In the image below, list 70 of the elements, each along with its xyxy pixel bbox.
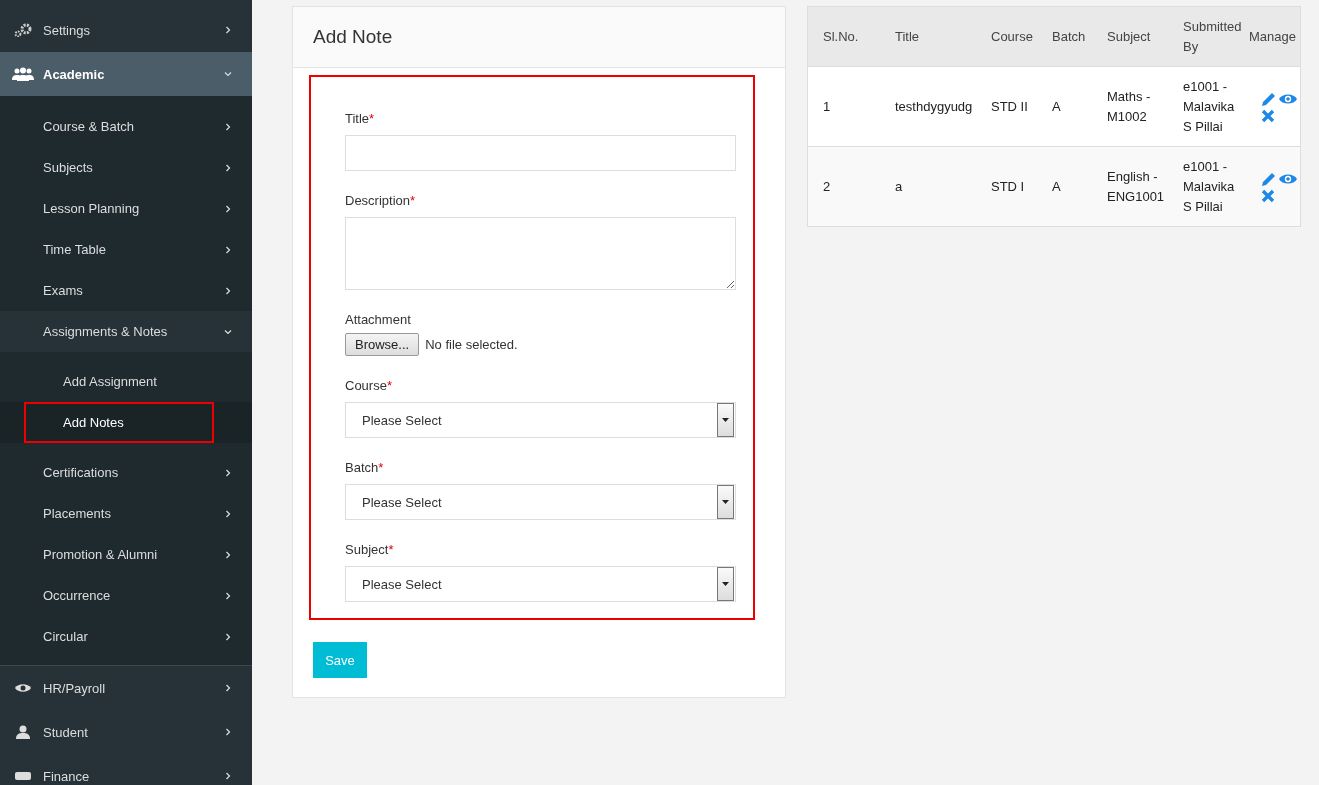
sidebar-item[interactable]: Assignments & Notes — [0, 311, 252, 352]
chevron-right-icon — [224, 591, 232, 600]
column-header: Manage — [1245, 7, 1300, 67]
delete-icon[interactable] — [1261, 108, 1275, 123]
browse-button[interactable]: Browse... — [345, 333, 420, 356]
eye-icon[interactable] — [1279, 92, 1297, 105]
column-header: Submitted By — [1167, 7, 1245, 67]
sidebar-item[interactable]: Time Table — [0, 229, 252, 270]
column-header: Title — [879, 7, 975, 67]
field-label: Description* — [345, 193, 417, 208]
sidebar-item[interactable]: Circular — [0, 616, 252, 657]
file-status: No file selected. — [425, 337, 518, 352]
sidebar-item[interactable]: Certifications — [0, 452, 252, 493]
pencil-icon[interactable] — [1261, 90, 1277, 107]
field-label: Title* — [345, 111, 376, 126]
chevron-right-icon — [224, 163, 232, 172]
users-icon — [12, 67, 34, 81]
chevron-right-icon — [224, 286, 232, 295]
sidebar-item[interactable]: Placements — [0, 493, 252, 534]
sidebar-item[interactable]: Lesson Planning — [0, 188, 252, 229]
dropdown-arrow-icon — [722, 500, 729, 504]
table-cell: STD I — [975, 146, 1036, 226]
select-field[interactable]: Please Select — [345, 566, 736, 602]
table-cell: 2 — [808, 146, 879, 226]
dropdown-arrow-icon — [722, 418, 729, 422]
chevron-right-icon — [224, 550, 232, 559]
chevron-right-icon — [224, 772, 232, 780]
card-title: Add Note — [313, 26, 393, 48]
chevron-right-icon — [224, 728, 232, 736]
sidebar-item[interactable]: Settings — [0, 8, 252, 52]
gears-icon — [12, 23, 34, 37]
chevron-right-icon — [224, 245, 232, 254]
sidebar-item[interactable]: Occurrence — [0, 575, 252, 616]
table-cell: a — [879, 146, 975, 226]
column-header: Course — [975, 7, 1036, 67]
pencil-icon[interactable] — [1261, 170, 1277, 187]
field-label: Attachment — [345, 312, 412, 327]
chevron-right-icon — [224, 632, 232, 641]
chevron-right-icon — [224, 509, 232, 518]
sidebar-item[interactable]: Subjects — [0, 147, 252, 188]
field-label: Subject* — [345, 542, 395, 557]
sidebar-item[interactable]: Finance — [0, 754, 252, 785]
sidebar-item[interactable]: Academic — [0, 52, 252, 96]
chevron-right-icon — [224, 122, 232, 131]
sidebar-item[interactable]: Add Assignment — [24, 361, 214, 402]
table-cell: A — [1036, 146, 1091, 226]
field-label: Course* — [345, 378, 393, 393]
select-field[interactable]: Please Select — [345, 402, 736, 438]
chevron-down-icon — [224, 327, 232, 336]
dropdown-arrow-icon — [722, 582, 729, 586]
sidebar-item[interactable]: Exams — [0, 270, 252, 311]
sidebar-item[interactable]: Promotion & Alumni — [0, 534, 252, 575]
delete-icon[interactable] — [1261, 188, 1275, 203]
chevron-right-icon — [224, 468, 232, 477]
select-field[interactable]: Please Select — [345, 484, 736, 520]
sidebar-item[interactable]: HR/Payroll — [0, 666, 252, 710]
table-cell: English - ENG1001 — [1091, 146, 1167, 226]
chevron-down-icon — [224, 70, 232, 78]
text-field[interactable] — [345, 135, 736, 171]
chevron-right-icon — [224, 204, 232, 213]
column-header: Sl.No. — [808, 7, 879, 67]
chevron-right-icon — [224, 684, 232, 692]
field-label: Batch* — [345, 460, 385, 475]
eye-icon[interactable] — [1279, 172, 1297, 185]
chevron-right-icon — [224, 26, 232, 34]
column-header: Subject — [1091, 7, 1167, 67]
column-header: Batch — [1036, 7, 1091, 67]
table-cell: e1001 - Malavika S Pillai — [1167, 146, 1245, 226]
sidebar-item[interactable]: Course & Batch — [0, 106, 252, 147]
sidebar-item[interactable]: Student — [0, 710, 252, 754]
